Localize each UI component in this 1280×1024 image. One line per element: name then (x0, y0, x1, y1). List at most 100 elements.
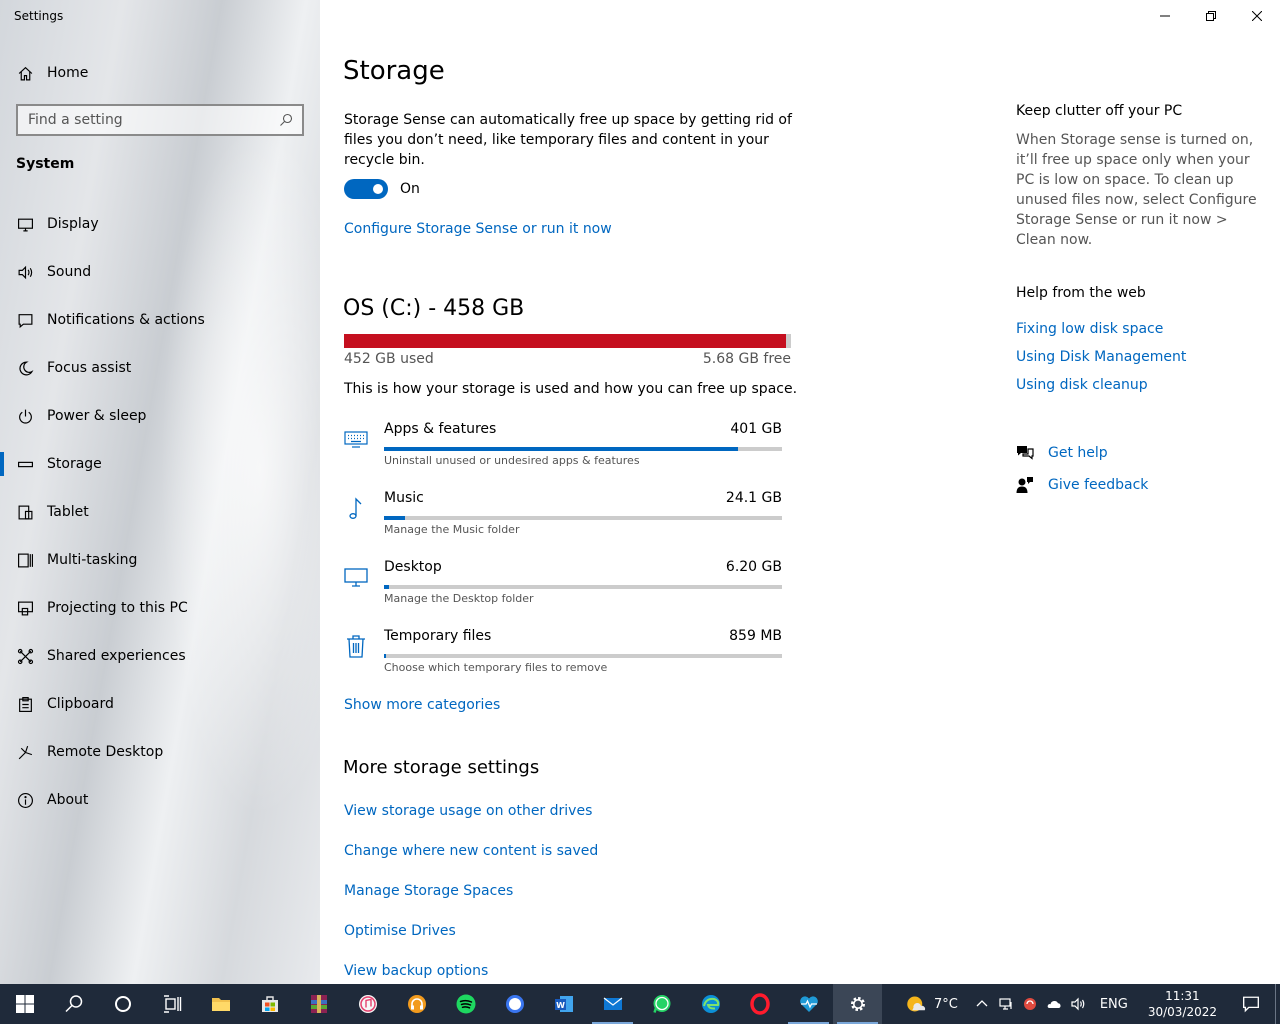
view-backup-options-link[interactable]: View backup options (344, 963, 488, 979)
sync-icon (1023, 998, 1036, 1010)
category-usage-fill (384, 447, 739, 451)
tablet-icon (16, 503, 34, 521)
main-content: Storage Storage Sense can automatically … (343, 0, 983, 984)
mail-button[interactable] (588, 984, 637, 1024)
taskbar: W 7°C ENG 11:31 30/03/2022 (0, 984, 1280, 1024)
toggle-knob (373, 184, 383, 194)
storage-intro: This is how your storage is used and how… (344, 381, 798, 397)
category-apps-features[interactable]: Apps & features 401 GB Uninstall unused … (343, 420, 793, 489)
category-usage-fill (384, 516, 406, 520)
category-description: Uninstall unused or undesired apps & fea… (384, 454, 640, 467)
sidebar-item-home[interactable]: Home (16, 60, 88, 86)
category-usage-bar (384, 447, 782, 451)
health-app-button[interactable] (784, 984, 833, 1024)
sidebar-item-clipboard[interactable]: Clipboard (0, 680, 320, 728)
using-disk-management-link[interactable]: Using Disk Management (1016, 349, 1186, 365)
category-temporary-files[interactable]: Temporary files 859 MB Choose which temp… (343, 627, 793, 696)
clock[interactable]: 11:31 30/03/2022 (1138, 988, 1227, 1020)
file-explorer-button[interactable] (196, 984, 245, 1024)
sidebar-item-about[interactable]: About (0, 776, 320, 824)
word-button[interactable]: W (539, 984, 588, 1024)
chat-help-icon (1017, 446, 1034, 460)
audio-app-button[interactable] (392, 984, 441, 1024)
optimise-drives-link[interactable]: Optimise Drives (344, 923, 456, 939)
whatsapp-button[interactable] (637, 984, 686, 1024)
sync-status-button[interactable] (1018, 984, 1042, 1024)
sidebar-item-tablet[interactable]: Tablet (0, 488, 320, 536)
sidebar-item-power-sleep[interactable]: Power & sleep (0, 392, 320, 440)
signal-button[interactable] (490, 984, 539, 1024)
get-help-link[interactable]: Get help (1016, 444, 1108, 462)
show-desktop-button[interactable] (1275, 984, 1280, 1024)
microsoft-store-button[interactable] (245, 984, 294, 1024)
category-size: 24.1 GB (725, 490, 782, 506)
taskbar-search-button[interactable] (49, 984, 98, 1024)
sidebar-item-label: Sound (47, 264, 92, 280)
headphones-icon (407, 995, 426, 1013)
help-web-title: Help from the web (1016, 285, 1146, 301)
sidebar-item-shared-experiences[interactable]: Shared experiences (0, 632, 320, 680)
itunes-button[interactable] (343, 984, 392, 1024)
opera-button[interactable] (735, 984, 784, 1024)
edge-button[interactable] (686, 984, 735, 1024)
action-center-button[interactable] (1227, 984, 1275, 1024)
fixing-low-disk-space-link[interactable]: Fixing low disk space (1016, 321, 1163, 337)
storage-sense-toggle[interactable] (344, 179, 388, 199)
sidebar-item-label: Shared experiences (47, 648, 186, 664)
sidebar-nav: Display Sound Notifications & actions Fo… (0, 200, 320, 824)
category-size: 859 MB (729, 628, 782, 644)
winrar-button[interactable] (294, 984, 343, 1024)
sidebar-item-notifications[interactable]: Notifications & actions (0, 296, 320, 344)
share-icon (16, 647, 34, 665)
cortana-icon (114, 996, 131, 1012)
change-new-content-location-link[interactable]: Change where new content is saved (344, 843, 598, 859)
using-disk-cleanup-link[interactable]: Using disk cleanup (1016, 377, 1148, 393)
language-indicator[interactable]: ENG (1090, 984, 1138, 1024)
search-box (16, 104, 304, 136)
weather-widget[interactable]: 7°C (902, 984, 962, 1024)
keyboard-icon (343, 426, 369, 452)
view-storage-other-drives-link[interactable]: View storage usage on other drives (344, 803, 592, 819)
chevron-up-icon (976, 1000, 988, 1007)
sun-cloud-icon (907, 996, 926, 1012)
sidebar-item-remote-desktop[interactable]: Remote Desktop (0, 728, 320, 776)
show-more-categories-link[interactable]: Show more categories (344, 697, 500, 713)
cortana-button[interactable] (98, 984, 147, 1024)
sidebar-item-sound[interactable]: Sound (0, 248, 320, 296)
sidebar-item-projecting[interactable]: Projecting to this PC (0, 584, 320, 632)
app-title: Settings (14, 9, 64, 23)
start-button[interactable] (0, 984, 49, 1024)
category-name: Desktop (384, 559, 442, 575)
drive-used-label: 452 GB used (344, 351, 434, 367)
settings-app-button[interactable] (833, 984, 882, 1024)
volume-button[interactable] (1066, 984, 1090, 1024)
category-desktop[interactable]: Desktop 6.20 GB Manage the Desktop folde… (343, 558, 793, 627)
spotify-icon (456, 994, 475, 1014)
manage-storage-spaces-link[interactable]: Manage Storage Spaces (344, 883, 513, 899)
category-music[interactable]: Music 24.1 GB Manage the Music folder (343, 489, 793, 558)
sidebar-item-display[interactable]: Display (0, 200, 320, 248)
desktop-icon (343, 564, 369, 590)
search-input[interactable] (28, 112, 268, 128)
sidebar-item-multitasking[interactable]: Multi-tasking (0, 536, 320, 584)
clock-date: 30/03/2022 (1147, 1005, 1217, 1019)
sidebar-item-label: Clipboard (47, 696, 114, 712)
sidebar-item-storage[interactable]: Storage (0, 440, 320, 488)
show-hidden-icons-button[interactable] (970, 984, 994, 1024)
give-feedback-link[interactable]: Give feedback (1016, 476, 1148, 494)
whatsapp-icon (652, 995, 670, 1013)
heart-pulse-icon (799, 996, 818, 1012)
category-size: 401 GB (730, 421, 782, 437)
right-panel: Keep clutter off your PC When Storage se… (1016, 0, 1266, 984)
storage-categories: Apps & features 401 GB Uninstall unused … (343, 420, 793, 696)
sidebar-item-focus-assist[interactable]: Focus assist (0, 344, 320, 392)
language-label: ENG (1099, 996, 1128, 1012)
search-icon[interactable] (278, 112, 294, 128)
spotify-button[interactable] (441, 984, 490, 1024)
network-button[interactable] (994, 984, 1018, 1024)
category-name: Temporary files (384, 628, 492, 644)
configure-storage-sense-link[interactable]: Configure Storage Sense or run it now (344, 221, 612, 237)
power-icon (16, 407, 34, 425)
task-view-button[interactable] (147, 984, 196, 1024)
onedrive-button[interactable] (1042, 984, 1066, 1024)
